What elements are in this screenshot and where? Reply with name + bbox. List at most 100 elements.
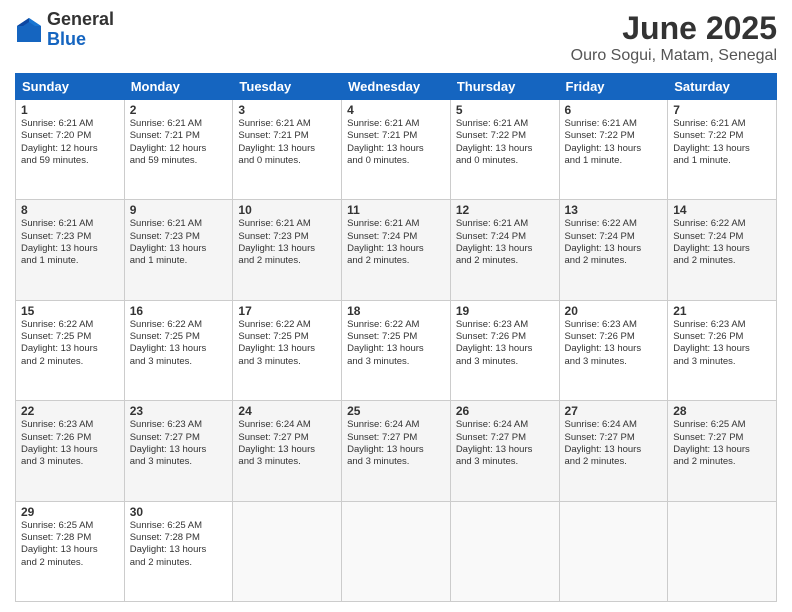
day-info: Sunrise: 6:23 AMSunset: 7:26 PMDaylight:… — [565, 319, 663, 368]
month-year: June 2025 — [571, 10, 777, 47]
table-row: 20 Sunrise: 6:23 AMSunset: 7:26 PMDaylig… — [559, 300, 668, 400]
table-row: 24 Sunrise: 6:24 AMSunset: 7:27 PMDaylig… — [233, 401, 342, 501]
page: General Blue June 2025 Ouro Sogui, Matam… — [0, 0, 792, 612]
table-row: 21 Sunrise: 6:23 AMSunset: 7:26 PMDaylig… — [668, 300, 777, 400]
day-info: Sunrise: 6:23 AMSunset: 7:26 PMDaylight:… — [673, 319, 771, 368]
day-number: 6 — [565, 103, 663, 117]
logo-icon — [15, 16, 43, 44]
table-row: 22 Sunrise: 6:23 AMSunset: 7:26 PMDaylig… — [16, 401, 125, 501]
table-row: 14 Sunrise: 6:22 AMSunset: 7:24 PMDaylig… — [668, 200, 777, 300]
day-number: 11 — [347, 203, 445, 217]
table-row: 25 Sunrise: 6:24 AMSunset: 7:27 PMDaylig… — [342, 401, 451, 501]
day-info: Sunrise: 6:23 AMSunset: 7:26 PMDaylight:… — [21, 419, 119, 468]
day-info: Sunrise: 6:21 AMSunset: 7:23 PMDaylight:… — [130, 218, 228, 267]
table-row: 15 Sunrise: 6:22 AMSunset: 7:25 PMDaylig… — [16, 300, 125, 400]
day-number: 10 — [238, 203, 336, 217]
empty-cell — [342, 501, 451, 601]
table-row: 12 Sunrise: 6:21 AMSunset: 7:24 PMDaylig… — [450, 200, 559, 300]
day-number: 7 — [673, 103, 771, 117]
header: General Blue June 2025 Ouro Sogui, Matam… — [15, 10, 777, 65]
day-info: Sunrise: 6:21 AMSunset: 7:22 PMDaylight:… — [673, 118, 771, 167]
day-number: 29 — [21, 505, 119, 519]
table-row: 27 Sunrise: 6:24 AMSunset: 7:27 PMDaylig… — [559, 401, 668, 501]
day-number: 24 — [238, 404, 336, 418]
day-number: 14 — [673, 203, 771, 217]
day-number: 17 — [238, 304, 336, 318]
table-row: 16 Sunrise: 6:22 AMSunset: 7:25 PMDaylig… — [124, 300, 233, 400]
day-info: Sunrise: 6:21 AMSunset: 7:24 PMDaylight:… — [456, 218, 554, 267]
col-friday: Friday — [559, 74, 668, 100]
day-number: 21 — [673, 304, 771, 318]
day-number: 16 — [130, 304, 228, 318]
day-number: 5 — [456, 103, 554, 117]
col-saturday: Saturday — [668, 74, 777, 100]
col-wednesday: Wednesday — [342, 74, 451, 100]
day-info: Sunrise: 6:25 AMSunset: 7:27 PMDaylight:… — [673, 419, 771, 468]
empty-cell — [233, 501, 342, 601]
day-number: 25 — [347, 404, 445, 418]
day-number: 8 — [21, 203, 119, 217]
calendar-table: Sunday Monday Tuesday Wednesday Thursday… — [15, 73, 777, 602]
day-number: 22 — [21, 404, 119, 418]
table-row: 2 Sunrise: 6:21 AMSunset: 7:21 PMDayligh… — [124, 100, 233, 200]
day-number: 4 — [347, 103, 445, 117]
day-number: 15 — [21, 304, 119, 318]
table-row: 17 Sunrise: 6:22 AMSunset: 7:25 PMDaylig… — [233, 300, 342, 400]
day-number: 2 — [130, 103, 228, 117]
table-row: 8 Sunrise: 6:21 AMSunset: 7:23 PMDayligh… — [16, 200, 125, 300]
day-number: 26 — [456, 404, 554, 418]
day-info: Sunrise: 6:23 AMSunset: 7:27 PMDaylight:… — [130, 419, 228, 468]
day-number: 1 — [21, 103, 119, 117]
day-number: 20 — [565, 304, 663, 318]
table-row: 5 Sunrise: 6:21 AMSunset: 7:22 PMDayligh… — [450, 100, 559, 200]
header-row: Sunday Monday Tuesday Wednesday Thursday… — [16, 74, 777, 100]
day-info: Sunrise: 6:21 AMSunset: 7:24 PMDaylight:… — [347, 218, 445, 267]
day-info: Sunrise: 6:22 AMSunset: 7:25 PMDaylight:… — [347, 319, 445, 368]
col-sunday: Sunday — [16, 74, 125, 100]
table-row: 10 Sunrise: 6:21 AMSunset: 7:23 PMDaylig… — [233, 200, 342, 300]
table-row: 4 Sunrise: 6:21 AMSunset: 7:21 PMDayligh… — [342, 100, 451, 200]
week-row: 15 Sunrise: 6:22 AMSunset: 7:25 PMDaylig… — [16, 300, 777, 400]
week-row: 1 Sunrise: 6:21 AMSunset: 7:20 PMDayligh… — [16, 100, 777, 200]
table-row: 11 Sunrise: 6:21 AMSunset: 7:24 PMDaylig… — [342, 200, 451, 300]
day-info: Sunrise: 6:23 AMSunset: 7:26 PMDaylight:… — [456, 319, 554, 368]
day-info: Sunrise: 6:21 AMSunset: 7:21 PMDaylight:… — [347, 118, 445, 167]
day-number: 12 — [456, 203, 554, 217]
table-row: 7 Sunrise: 6:21 AMSunset: 7:22 PMDayligh… — [668, 100, 777, 200]
day-number: 19 — [456, 304, 554, 318]
day-number: 27 — [565, 404, 663, 418]
day-info: Sunrise: 6:24 AMSunset: 7:27 PMDaylight:… — [347, 419, 445, 468]
table-row: 23 Sunrise: 6:23 AMSunset: 7:27 PMDaylig… — [124, 401, 233, 501]
title-section: June 2025 Ouro Sogui, Matam, Senegal — [571, 10, 777, 65]
day-info: Sunrise: 6:21 AMSunset: 7:23 PMDaylight:… — [238, 218, 336, 267]
logo-general: General — [47, 10, 114, 30]
table-row: 13 Sunrise: 6:22 AMSunset: 7:24 PMDaylig… — [559, 200, 668, 300]
day-info: Sunrise: 6:22 AMSunset: 7:24 PMDaylight:… — [565, 218, 663, 267]
table-row: 19 Sunrise: 6:23 AMSunset: 7:26 PMDaylig… — [450, 300, 559, 400]
day-info: Sunrise: 6:25 AMSunset: 7:28 PMDaylight:… — [130, 520, 228, 569]
day-info: Sunrise: 6:21 AMSunset: 7:20 PMDaylight:… — [21, 118, 119, 167]
day-number: 9 — [130, 203, 228, 217]
day-info: Sunrise: 6:21 AMSunset: 7:21 PMDaylight:… — [238, 118, 336, 167]
table-row: 9 Sunrise: 6:21 AMSunset: 7:23 PMDayligh… — [124, 200, 233, 300]
table-row: 6 Sunrise: 6:21 AMSunset: 7:22 PMDayligh… — [559, 100, 668, 200]
day-info: Sunrise: 6:24 AMSunset: 7:27 PMDaylight:… — [456, 419, 554, 468]
day-number: 13 — [565, 203, 663, 217]
table-row: 1 Sunrise: 6:21 AMSunset: 7:20 PMDayligh… — [16, 100, 125, 200]
day-info: Sunrise: 6:22 AMSunset: 7:25 PMDaylight:… — [130, 319, 228, 368]
col-thursday: Thursday — [450, 74, 559, 100]
table-row: 30 Sunrise: 6:25 AMSunset: 7:28 PMDaylig… — [124, 501, 233, 601]
day-number: 28 — [673, 404, 771, 418]
day-info: Sunrise: 6:24 AMSunset: 7:27 PMDaylight:… — [238, 419, 336, 468]
day-info: Sunrise: 6:22 AMSunset: 7:25 PMDaylight:… — [238, 319, 336, 368]
empty-cell — [559, 501, 668, 601]
day-number: 18 — [347, 304, 445, 318]
empty-cell — [450, 501, 559, 601]
logo-text: General Blue — [47, 10, 114, 50]
logo: General Blue — [15, 10, 114, 50]
day-info: Sunrise: 6:21 AMSunset: 7:22 PMDaylight:… — [565, 118, 663, 167]
table-row: 18 Sunrise: 6:22 AMSunset: 7:25 PMDaylig… — [342, 300, 451, 400]
logo-blue: Blue — [47, 30, 114, 50]
day-info: Sunrise: 6:21 AMSunset: 7:23 PMDaylight:… — [21, 218, 119, 267]
table-row: 28 Sunrise: 6:25 AMSunset: 7:27 PMDaylig… — [668, 401, 777, 501]
